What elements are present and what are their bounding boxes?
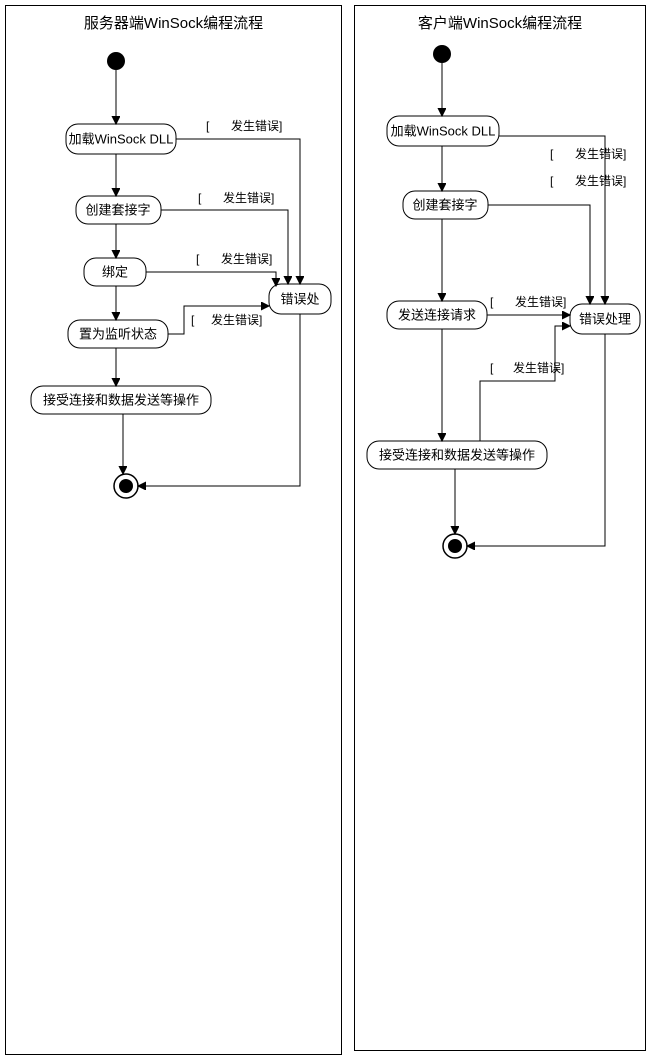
- guard-create-br: [: [550, 174, 554, 188]
- guard-accept-br: [: [490, 361, 494, 375]
- guard-bind: [: [196, 252, 200, 266]
- edge-create-error: [161, 210, 288, 284]
- node-error-label: 错误处: [280, 292, 319, 307]
- guard-load: [: [206, 119, 210, 133]
- guard-bind-text: 发生错误]: [221, 251, 272, 266]
- node-listen-label: 置为监听状态: [79, 327, 157, 342]
- guard-create-text: 发生错误]: [223, 190, 274, 205]
- guard-connect-text: 发生错误]: [515, 294, 566, 309]
- end-node-inner: [448, 539, 462, 553]
- node-error-label: 错误处理: [579, 312, 631, 327]
- server-panel: 服务器端WinSock编程流程 加载WinSock DLL 创建套接字 绑定 置…: [5, 5, 342, 1055]
- node-connect-label: 发送连接请求: [398, 308, 476, 323]
- node-bind-label: 绑定: [102, 265, 128, 280]
- guard-load-text: 发生错误]: [231, 118, 282, 133]
- edge-bind-error: [146, 272, 276, 286]
- edge-load-error: [499, 136, 605, 304]
- guard-accept-text: 发生错误]: [513, 360, 564, 375]
- node-load-label: 加载WinSock DLL: [69, 132, 174, 147]
- node-accept-label: 接受连接和数据发送等操作: [379, 448, 535, 463]
- client-panel: 客户端WinSock编程流程 加载WinSock DLL 创建套接字 发送连接请…: [354, 5, 646, 1051]
- guard-create-text: 发生错误]: [575, 173, 626, 188]
- node-create-label: 创建套接字: [85, 203, 150, 218]
- guard-create: [: [198, 191, 202, 205]
- node-load-label: 加载WinSock DLL: [391, 124, 496, 139]
- guard-load-br: [: [550, 147, 554, 161]
- start-node: [433, 45, 451, 63]
- guard-listen-text: 发生错误]: [211, 312, 262, 327]
- guard-listen: [: [191, 313, 195, 327]
- edge-create-error: [488, 205, 590, 304]
- server-diagram: 加载WinSock DLL 创建套接字 绑定 置为监听状态 接受连接和数据发送等…: [6, 6, 341, 1054]
- edge-accept-error: [480, 326, 570, 441]
- guard-load-text: 发生错误]: [575, 146, 626, 161]
- end-node-inner: [119, 479, 133, 493]
- node-create-label: 创建套接字: [412, 198, 477, 213]
- node-accept-label: 接受连接和数据发送等操作: [43, 393, 199, 408]
- client-diagram: 加载WinSock DLL 创建套接字 发送连接请求 接受连接和数据发送等操作 …: [355, 6, 645, 1050]
- guard-connect-br: [: [490, 295, 494, 309]
- start-node: [107, 52, 125, 70]
